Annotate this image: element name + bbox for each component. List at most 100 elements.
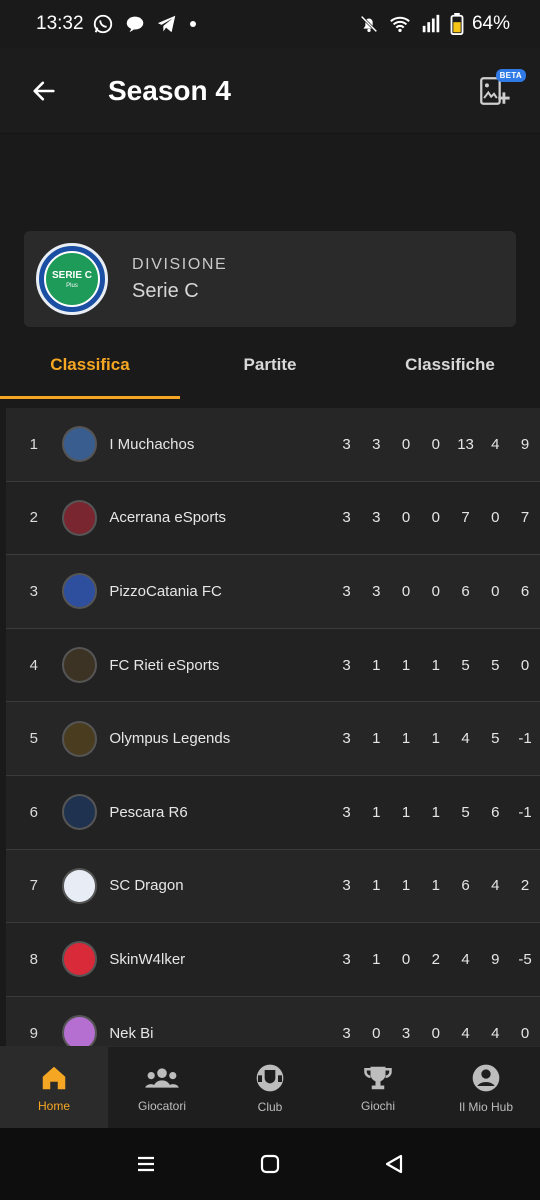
position: 3	[29, 582, 38, 600]
chat-bubble-icon	[124, 13, 146, 35]
stat-cell: 0	[401, 509, 411, 527]
stat-cell: 4	[491, 435, 500, 453]
nav-giocatori-label: Giocatori	[137, 1098, 187, 1113]
stat-cell: 4	[491, 1024, 500, 1042]
stat-cell: 1	[372, 730, 381, 748]
stat-cell: 5	[461, 803, 470, 821]
stat-cell: 3	[342, 1024, 351, 1042]
team-name: FC Rieti eSports	[109, 656, 220, 674]
tab-bar: Classifica Partite Classifiche	[0, 330, 540, 400]
tab-classifiche[interactable]: Classifiche	[360, 330, 540, 400]
account-icon	[472, 1064, 500, 1091]
tab-classifica[interactable]: Classifica	[0, 330, 180, 400]
stat-cell: 2	[520, 877, 530, 895]
team-crest-icon	[61, 499, 98, 536]
nav-giochi[interactable]: Giochi	[324, 1047, 432, 1128]
trophy-icon	[364, 1066, 392, 1089]
arrow-left-icon	[33, 81, 55, 100]
wifi-icon	[388, 13, 412, 35]
stat-cell: 3	[342, 509, 351, 527]
stat-cell: 0	[431, 1024, 440, 1042]
stat-cell: 0	[520, 1024, 530, 1042]
team-name: Acerrana eSports	[109, 509, 227, 527]
nav-il-mio-hub[interactable]: Il Mio Hub	[432, 1047, 540, 1128]
division-card[interactable]: SERIE C Plus DIVISIONE Serie C	[24, 231, 516, 327]
table-row[interactable]: 3 PizzoCatania FC 3 3 0 0 6 0 6	[6, 555, 540, 629]
stat-cell: -5	[518, 950, 532, 968]
table-row[interactable]: 8 SkinW4lker 3 1 0 2 4 9 -5	[6, 923, 540, 997]
whatsapp-icon	[92, 13, 114, 35]
stat-cell: 1	[431, 656, 440, 674]
stat-cell: 0	[491, 509, 500, 527]
team-crest-icon	[61, 794, 98, 831]
stat-cell: 7	[520, 509, 530, 527]
system-status: 64%	[358, 13, 510, 35]
system-navigation-bar	[0, 1128, 540, 1200]
page-title: Season 4	[108, 74, 231, 106]
telegram-icon	[156, 13, 178, 35]
recents-button[interactable]	[134, 1152, 158, 1176]
stat-cell: 6	[520, 582, 530, 600]
stat-cell: 1	[372, 877, 381, 895]
stat-cell: 1	[401, 803, 411, 821]
nav-club[interactable]: Club	[216, 1047, 324, 1128]
stat-cell: 3	[342, 582, 351, 600]
notification-icons	[92, 13, 198, 35]
nav-giocatori[interactable]: Giocatori	[108, 1047, 216, 1128]
nav-il-mio-hub-label: Il Mio Hub	[458, 1099, 514, 1114]
back-button[interactable]	[22, 69, 66, 113]
serie-c-logo: SERIE C Plus	[36, 243, 108, 315]
stat-cell: 1	[431, 730, 440, 748]
table-row[interactable]: 7 SC Dragon 3 1 1 1 6 4 2	[6, 849, 540, 924]
table-row[interactable]: 1 I Muchachos 3 3 0 0 13 4 9	[6, 408, 540, 482]
stat-cell: 7	[461, 509, 470, 527]
mute-bell-icon	[358, 13, 380, 35]
stat-cell: 1	[372, 656, 381, 674]
tab-partite[interactable]: Partite	[180, 330, 360, 400]
stat-cell: 9	[520, 435, 530, 453]
table-row[interactable]: 6 Pescara R6 3 1 1 1 5 6 -1	[6, 775, 540, 850]
table-row[interactable]: 2 Acerrana eSports 3 3 0 0 7 0 7	[6, 481, 540, 556]
team-name: Olympus Legends	[109, 730, 231, 748]
stat-cell: 0	[491, 582, 500, 600]
battery-icon	[450, 13, 464, 35]
stat-cell: 0	[401, 582, 411, 600]
stat-cell: 0	[431, 435, 440, 453]
logo-subtext: Plus	[66, 282, 78, 289]
table-row[interactable]: 4 FC Rieti eSports 3 1 1 1 5 5 0	[6, 628, 540, 703]
menu-lines-icon	[138, 1156, 154, 1172]
stat-cell: 13	[457, 435, 474, 453]
stat-cell: 3	[342, 803, 351, 821]
add-image-button[interactable]: BETA	[470, 67, 526, 115]
back-system-button[interactable]	[382, 1152, 406, 1176]
team-crest-icon	[61, 647, 98, 684]
stat-cell: 0	[520, 656, 530, 674]
nav-club-label: Club	[257, 1099, 283, 1114]
nav-home-label: Home	[37, 1098, 70, 1113]
position: 1	[29, 435, 38, 453]
stat-cell: 5	[491, 656, 500, 674]
position: 4	[29, 656, 38, 674]
stat-cell: 4	[461, 730, 470, 748]
table-row[interactable]: 9 Nek Bi 3 0 3 0 4 4 0	[6, 996, 540, 1048]
stat-cell: 1	[431, 877, 440, 895]
home-icon	[42, 1066, 66, 1089]
stat-cell: 6	[461, 582, 470, 600]
team-crest-icon	[61, 426, 98, 463]
nav-home[interactable]: Home	[0, 1047, 108, 1128]
team-crest-icon	[61, 867, 98, 904]
division-info: DIVISIONE Serie C	[132, 256, 227, 303]
team-name: I Muchachos	[109, 435, 195, 453]
stat-cell: 3	[342, 656, 351, 674]
nav-giochi-label: Giochi	[360, 1098, 395, 1113]
status-bar: 13:32 64%	[0, 0, 540, 48]
position: 6	[29, 803, 38, 821]
table-row[interactable]: 5 Olympus Legends 3 1 1 1 4 5 -1	[6, 702, 540, 776]
stat-cell: 9	[491, 950, 500, 968]
home-system-button[interactable]	[258, 1152, 282, 1176]
dot-icon	[188, 19, 198, 29]
stat-cell: 3	[401, 1024, 411, 1042]
stat-cell: 3	[372, 435, 381, 453]
division-label: DIVISIONE	[132, 255, 228, 273]
stat-cell: 6	[491, 803, 500, 821]
